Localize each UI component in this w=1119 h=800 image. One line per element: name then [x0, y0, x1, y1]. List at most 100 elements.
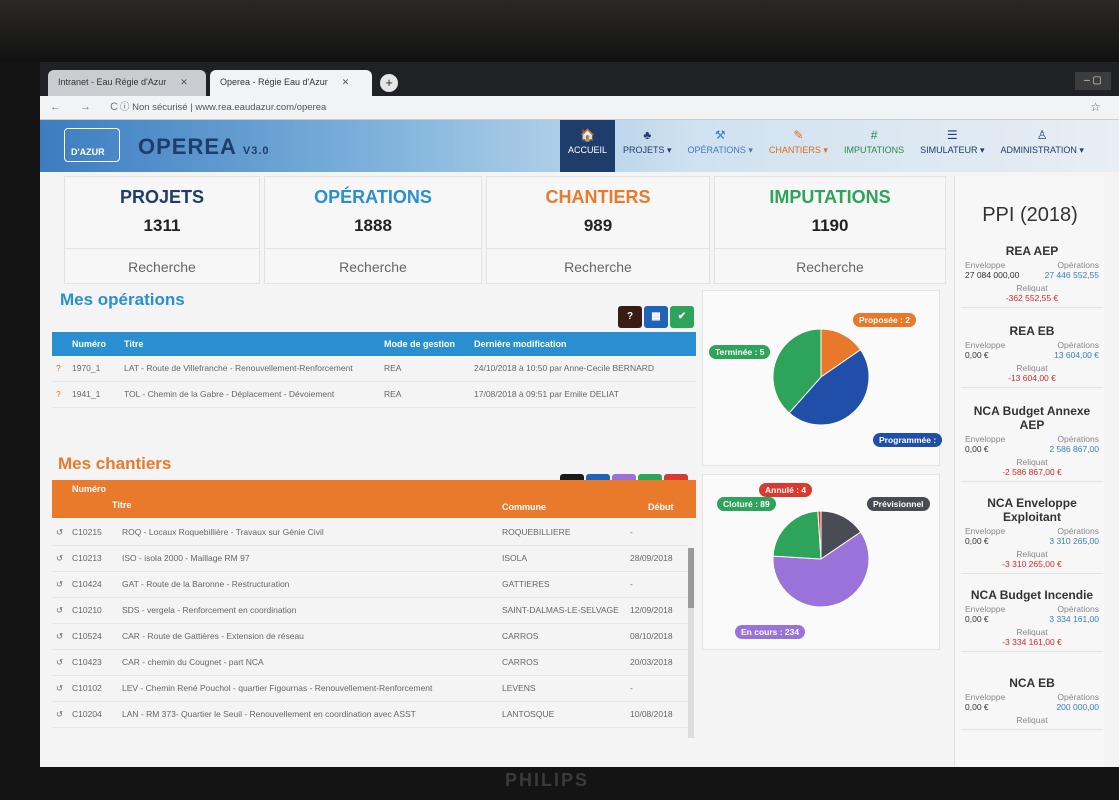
enveloppe-label: Enveloppe	[965, 260, 1006, 270]
cell-titre: CAR - Route de Gattières - Extension de …	[122, 631, 304, 641]
col-titre[interactable]: Titre	[124, 339, 143, 349]
search-link[interactable]: Recherche	[715, 248, 945, 275]
search-link[interactable]: Recherche	[487, 248, 709, 275]
pie-label-annule: Annulé : 4	[759, 483, 813, 497]
nav-buttons[interactable]: ← → C	[50, 101, 126, 113]
search-link[interactable]: Recherche	[65, 248, 259, 275]
reliquat-label: Reliquat	[1016, 627, 1048, 637]
col-numero[interactable]: Numéro	[72, 484, 106, 494]
ppi-values: 0,00 € 2 586 867,00	[961, 444, 1103, 454]
search-link[interactable]: Recherche	[265, 248, 481, 275]
ppi-labels: Enveloppe Opérations	[961, 602, 1103, 614]
cell-titre: CAR - chemin du Cougnet - part NCA	[122, 657, 264, 667]
menu-label: CHANTIERS ▾	[768, 145, 828, 155]
cell-commune: CARROS	[502, 631, 539, 641]
ppi-values: 0,00 € 3 334 161,00	[961, 614, 1103, 624]
tab-operea[interactable]: Operea - Régie Eau d'Azur ✕	[210, 70, 372, 96]
app-logo[interactable]: D'AZUR	[64, 128, 120, 162]
ppi-card[interactable]: NCA Budget Incendie Enveloppe Opérations 0,…	[961, 588, 1103, 652]
menu-imputations[interactable]: # IMPUTATIONS	[836, 120, 912, 172]
table-row[interactable]: ↺ C10204 LAN - RM 373- Quartier le Seuil -…	[52, 702, 688, 728]
reliquat-value: -3 310 265,00 €	[1002, 559, 1062, 569]
table-row[interactable]: ? 1941_1 TOL - Chemin de la Gabre - Dépl…	[52, 382, 696, 408]
menu-projets[interactable]: ♣ PROJETS ▾	[615, 120, 680, 172]
stat-count: 989	[583, 216, 613, 235]
monitor-frame: PHILIPS Intranet - Eau Régie d'Azur ✕ Ope…	[0, 0, 1119, 800]
ppi-card[interactable]: NCA EB Enveloppe Opérations 0,00 € 200 000,0…	[961, 676, 1103, 730]
operations-pie-panel: Proposée : 2 Programmée : Terminée : 5	[702, 290, 943, 466]
table-row[interactable]: ↺ C10210 SDS - vergela - Renforcement en c…	[52, 598, 688, 624]
table-row[interactable]: ↺ C10213 ISO - isola 2000 - Maillage RM 97…	[52, 546, 688, 572]
col-commune[interactable]: Commune	[502, 502, 546, 512]
pie-label-proposee: Proposée : 2	[853, 313, 917, 327]
ppi-values: 0,00 € 13 604,00 €	[961, 350, 1103, 360]
ppi-card[interactable]: REA EB Enveloppe Opérations 0,00 € 13 604,00…	[961, 324, 1103, 388]
cell-commune: SAINT-DALMAS-LE-SELVAGE	[502, 605, 619, 615]
table-row[interactable]: ↺ C10524 CAR - Route de Gattières - Extens…	[52, 624, 688, 650]
table-row[interactable]: ↺ C10102 LEV - Chemin René Pouchol - quart…	[52, 676, 688, 702]
cell-mode: REA	[384, 363, 402, 373]
pie-label-cloture: Cloturé : 89	[717, 497, 776, 511]
help-icon: ?	[56, 363, 61, 373]
new-tab-button[interactable]: +	[380, 74, 398, 92]
url-field[interactable]: ⓘ Non sécurisé | www.rea.eaudazur.com/op…	[120, 100, 960, 116]
stat-card-imputations: IMPUTATIONS 1190 Recherche	[714, 176, 946, 284]
tab-intranet[interactable]: Intranet - Eau Régie d'Azur ✕	[48, 70, 206, 96]
pie-slice-2[interactable]	[772, 510, 822, 560]
scrollbar-thumb[interactable]	[688, 548, 694, 608]
help-button[interactable]: ?	[618, 306, 642, 328]
operations-value: 2 586 867,00	[1049, 444, 1099, 454]
menu-accueil[interactable]: 🏠 ACCUEIL	[560, 120, 616, 172]
ppi-card[interactable]: REA AEP Enveloppe Opérations 27 084 000,00 2…	[961, 244, 1103, 308]
cell-titre: LAT - Route de Villefranche - Renouvelle…	[124, 363, 353, 373]
close-icon[interactable]: ✕	[180, 77, 188, 87]
col-mode[interactable]: Mode de gestion	[384, 339, 455, 349]
table-scrollbar[interactable]	[688, 548, 694, 738]
cell-debut: -	[630, 579, 633, 589]
stat-card-projets: PROJETS 1311 Recherche	[64, 176, 260, 284]
cell-numero: C10524	[72, 631, 102, 641]
col-debut[interactable]: Début	[648, 502, 674, 512]
cell-titre: GAT - Route de la Baronne - Restructurat…	[122, 579, 290, 589]
cell-commune: ROQUEBILLIERE	[502, 527, 571, 537]
cell-numero: 1941_1	[72, 389, 101, 399]
col-titre[interactable]: Titre	[112, 500, 131, 510]
hash-icon: #	[870, 128, 878, 142]
chantiers-pie-panel: Prévisionnel En cours : 234 Cloturé : 89…	[702, 474, 940, 650]
operations-label: Opérations	[1057, 526, 1099, 536]
menu-operations[interactable]: ⚒ OPÉRATIONS ▾	[680, 120, 761, 172]
col-numero[interactable]: Numéro	[72, 339, 106, 349]
cell-mode: REA	[384, 389, 402, 399]
tab-label: Intranet - Eau Régie d'Azur	[58, 77, 167, 87]
refresh-icon: ↺	[56, 631, 64, 641]
ppi-card[interactable]: NCA Enveloppe Exploitant Enveloppe Opérati…	[961, 496, 1103, 574]
ppi-card[interactable]: NCA Budget Annexe AEP Enveloppe Opérations…	[961, 404, 1103, 482]
refresh-icon: ↺	[56, 527, 64, 537]
table-row[interactable]: ? 1970_1 LAT - Route de Villefranche - R…	[52, 356, 696, 382]
enveloppe-value: 0,00 €	[965, 350, 989, 360]
calendar-button[interactable]: ▦	[644, 306, 668, 328]
table-row[interactable]: ↺ C10424 GAT - Route de la Baronne - Restr…	[52, 572, 688, 598]
menu-administration[interactable]: ♙ ADMINISTRATION ▾	[992, 120, 1091, 172]
cell-numero: C10204	[72, 709, 102, 719]
menu-chantiers[interactable]: ✎ CHANTIERS ▾	[761, 120, 836, 172]
tab-label: Operea - Régie Eau d'Azur	[220, 77, 328, 87]
menu-simulateur[interactable]: ☰ SIMULATEUR ▾	[912, 120, 992, 172]
window-controls[interactable]: – ▢	[1075, 72, 1111, 90]
ppi-labels: Enveloppe Opérations	[961, 338, 1103, 350]
reliquat-label: Reliquat	[1016, 283, 1048, 293]
app-version: V3.0	[242, 145, 270, 157]
refresh-icon: ↺	[56, 657, 64, 667]
close-icon[interactable]: ✕	[342, 77, 350, 87]
section-title-chantiers: Mes chantiers	[58, 454, 172, 473]
pie-label-programmee: Programmée :	[873, 433, 943, 447]
col-modif[interactable]: Dernière modification	[474, 339, 567, 349]
table-row[interactable]: ↺ C10215 ROQ - Locaux Roquebillière - Trav…	[52, 520, 688, 546]
cell-numero: 1970_1	[72, 363, 101, 373]
check-button[interactable]: ✔	[670, 306, 694, 328]
table-row[interactable]: ↺ C10423 CAR - chemin du Cougnet - part NC…	[52, 650, 688, 676]
bookmark-star-icon[interactable]: ☆	[1090, 100, 1101, 114]
menu-label: OPÉRATIONS ▾	[687, 145, 753, 155]
reliquat-value: -13 604,00 €	[1008, 373, 1056, 383]
operations-label: Opérations	[1057, 340, 1099, 350]
